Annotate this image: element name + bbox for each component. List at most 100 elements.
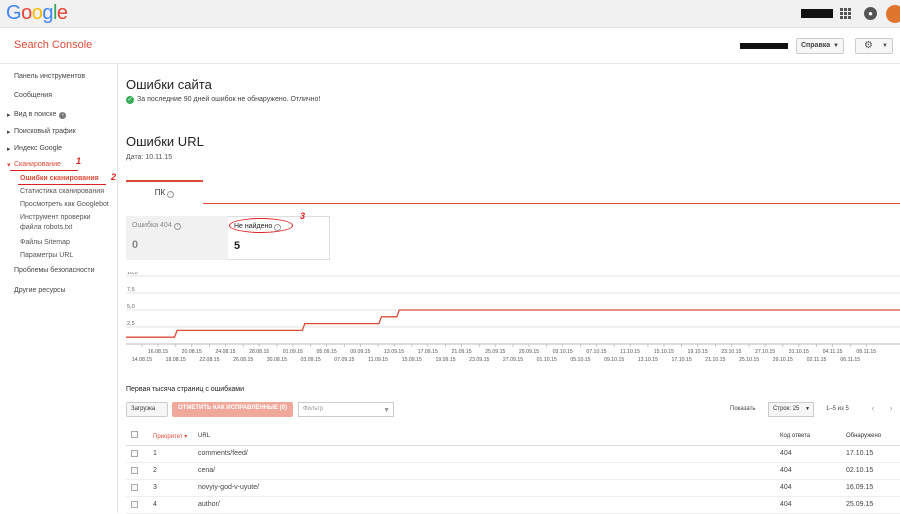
annotation-underline-1	[10, 170, 78, 171]
y-tick-label: 7,5	[127, 287, 135, 293]
row-checkbox[interactable]	[131, 467, 138, 474]
select-all-checkbox[interactable]	[131, 431, 138, 438]
url-errors-date: Дата: 10.11.15	[126, 154, 173, 161]
logo-letter: e	[56, 2, 68, 24]
x-tick-label: 25.09.15	[485, 349, 505, 355]
cell-detected: 25.09.15	[846, 501, 874, 508]
card-label: Ошибка 404?	[132, 222, 181, 230]
sidebar-item-other-resources[interactable]: Другие ресурсы	[14, 287, 66, 294]
x-tick-label: 25.10.15	[739, 357, 759, 363]
cell-code: 404	[780, 484, 792, 491]
x-tick-label: 01.09.15	[283, 349, 303, 355]
cell-detected: 16.09.15	[846, 484, 874, 491]
sidebar-item-messages[interactable]: Сообщения	[14, 92, 52, 99]
funnel-icon[interactable]: ▼	[383, 404, 390, 417]
x-tick-label: 26.08.15	[233, 357, 253, 363]
cell-code: 404	[780, 467, 792, 474]
x-tick-label: 21.10.15	[705, 357, 725, 363]
table-row[interactable]: 1 comments/feed/ 404 17.10.15	[126, 446, 900, 463]
x-tick-label: 29.10.15	[773, 357, 793, 363]
help-icon[interactable]: ?	[167, 191, 175, 198]
x-tick-label: 11.09.15	[368, 357, 388, 363]
column-response-code[interactable]: Код ответа	[780, 433, 810, 439]
x-tick-label: 04.11.15	[823, 349, 843, 355]
table-row[interactable]: 4 author/ 404 25.09.15	[126, 497, 900, 514]
row-checkbox[interactable]	[131, 501, 138, 508]
card-error-404[interactable]: Ошибка 404? 0	[126, 216, 228, 260]
column-detected[interactable]: Обнаружено	[846, 433, 881, 439]
chevron-down-icon: ▼	[882, 43, 888, 49]
x-tick-label: 27.10.15	[755, 349, 775, 355]
x-tick-label: 24.08.15	[215, 349, 235, 355]
card-value: 5	[234, 240, 241, 252]
sidebar-item-label: Вид в поиске	[14, 111, 57, 118]
x-tick-label: 18.08.15	[166, 357, 186, 363]
x-tick-label: 23.09.15	[469, 357, 489, 363]
x-tick-label: 14.08.15	[132, 357, 152, 363]
sidebar-item-crawl[interactable]: Сканирование	[7, 161, 61, 169]
cell-url[interactable]: novyiy-god-v-uyute/	[198, 484, 259, 491]
annotation-1: 1	[76, 156, 82, 166]
x-tick-label: 13.10.15	[638, 357, 658, 363]
site-errors-status: ✓ За последние 90 дней ошибок не обнаруже…	[126, 96, 320, 104]
x-tick-label: 09.09.15	[350, 349, 370, 355]
cell-url[interactable]: author/	[198, 501, 220, 508]
x-tick-label: 17.09.15	[418, 349, 438, 355]
sidebar-item-url-parameters[interactable]: Параметры URL	[20, 251, 73, 261]
column-priority[interactable]: Приоритет ▾	[153, 433, 187, 440]
apps-grid-icon[interactable]	[840, 8, 851, 19]
tab-desktop[interactable]: ПК?	[126, 180, 203, 204]
cell-priority: 3	[153, 484, 157, 491]
sidebar-item-google-index[interactable]: Индекс Google	[7, 145, 62, 153]
errors-chart: 10,0 7,5 5,0 2,5 16.08.15 20.08.15 24.08.15 28.…	[126, 272, 900, 363]
card-label-text: Ошибка 404	[132, 222, 172, 229]
info-icon[interactable]: i	[59, 112, 67, 119]
sidebar-item-crawl-stats[interactable]: Статистика сканирования	[20, 187, 104, 197]
mark-fixed-button[interactable]: ОТМЕТИТЬ КАК ИСПРАВЛЕННЫЕ (0)	[172, 402, 293, 417]
x-tick-label: 31.10.15	[789, 349, 809, 355]
sidebar-item-search-appearance[interactable]: Вид в поискеi	[7, 111, 67, 119]
sidebar-item-search-traffic[interactable]: Поисковый трафик	[7, 128, 76, 136]
row-checkbox[interactable]	[131, 484, 138, 491]
next-page-button[interactable]: ›	[882, 402, 900, 417]
table-toolbar: Загрузка ОТМЕТИТЬ КАК ИСПРАВЛЕННЫЕ (0) Ф…	[126, 400, 900, 420]
rows-per-page-select[interactable]: Строк: 25 ▼	[768, 402, 814, 417]
card-value: 0	[132, 239, 139, 251]
sidebar-item-sitemaps[interactable]: Файлы Sitemap	[20, 238, 70, 248]
x-tick-label: 27.09.15	[503, 357, 523, 363]
sidebar-item-security-issues[interactable]: Проблемы безопасности	[14, 267, 95, 274]
main-content: Ошибки сайта ✓ За последние 90 дней ошибо…	[118, 64, 900, 514]
sidebar-item-dashboard[interactable]: Панель инструментов	[14, 73, 85, 80]
cell-url[interactable]: comments/feed/	[198, 450, 248, 457]
table-row[interactable]: 2 cena/ 404 02.10.15	[126, 463, 900, 480]
google-logo[interactable]: Google	[6, 2, 68, 25]
filter-input[interactable]: Фильтр ▼	[298, 402, 394, 417]
help-icon[interactable]: ?	[173, 223, 181, 230]
settings-button[interactable]: ⚙ ▼	[855, 38, 893, 54]
download-button[interactable]: Загрузка	[126, 402, 168, 417]
help-button[interactable]: Справка ▼	[796, 38, 844, 54]
url-errors-title: Ошибки URL	[126, 134, 204, 149]
cell-detected: 17.10.15	[846, 450, 874, 457]
logo-letter: o	[21, 2, 32, 24]
sidebar-item-fetch-as-googlebot[interactable]: Просмотреть как Googlebot	[20, 200, 109, 210]
help-label: Справка	[801, 42, 831, 49]
bell-icon[interactable]: ●	[864, 7, 877, 20]
avatar[interactable]	[886, 5, 900, 23]
logo-letter: g	[42, 2, 53, 24]
sidebar-item-robots-tester[interactable]: Инструмент проверки файла robots.txt	[20, 213, 112, 233]
check-icon: ✓	[126, 96, 134, 104]
cell-code: 404	[780, 501, 792, 508]
row-checkbox[interactable]	[131, 450, 138, 457]
x-tick-label: 29.09.15	[519, 349, 539, 355]
site-errors-status-text: За последние 90 дней ошибок не обнаружен…	[137, 96, 321, 103]
prev-page-button[interactable]: ‹	[864, 402, 882, 417]
product-title[interactable]: Search Console	[14, 39, 92, 51]
column-url[interactable]: URL	[198, 433, 210, 439]
cell-url[interactable]: cena/	[198, 467, 215, 474]
x-tick-label: 07.10.15	[586, 349, 606, 355]
table-row[interactable]: 3 novyiy-god-v-uyute/ 404 16.09.15	[126, 480, 900, 497]
sidebar-item-crawl-errors[interactable]: Ошибки сканирования	[20, 174, 99, 184]
rows-per-page-value: Строк: 25	[773, 406, 800, 412]
x-tick-label: 30.08.15	[267, 357, 287, 363]
